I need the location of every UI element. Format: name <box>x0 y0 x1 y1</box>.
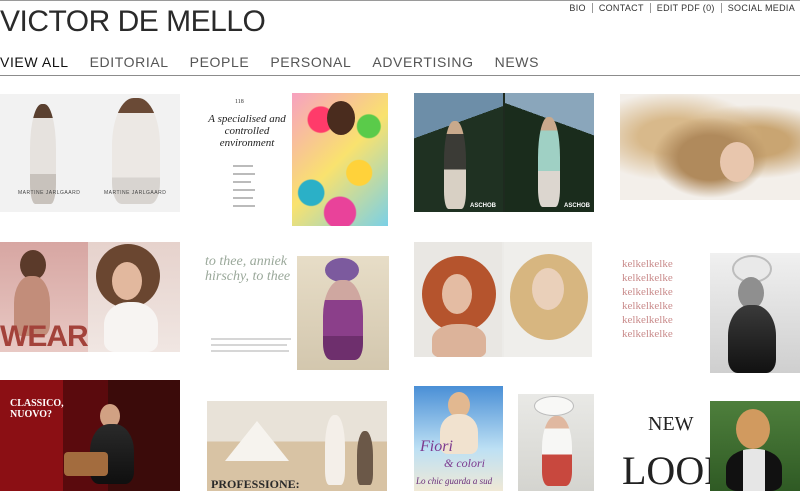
social-media-link[interactable]: SOCIAL MEDIA <box>728 3 795 13</box>
divider <box>591 3 593 13</box>
headline: A specialised and controlled environment <box>208 113 286 149</box>
portfolio-thumb-martine-jarlgaard[interactable]: MARTINE JARLGAARD MARTINE JARLGAARD <box>0 94 180 212</box>
bio-link[interactable]: BIO <box>569 3 585 13</box>
divider <box>649 3 651 13</box>
body-text <box>233 205 255 207</box>
model-head <box>736 409 770 449</box>
body-text <box>233 165 253 167</box>
hair-photo <box>620 94 800 200</box>
portfolio-page: VICTOR DE MELLO BIO CONTACT EDIT PDF (0)… <box>0 0 800 491</box>
script-title: to thee, anniek hirschy, to thee <box>205 254 291 284</box>
body-text <box>233 181 251 183</box>
model-face <box>720 142 754 182</box>
headline: CLASSICO, NUOVO? <box>10 398 64 420</box>
portfolio-thumb-hair-portraits[interactable] <box>414 242 592 357</box>
chair <box>64 452 108 476</box>
nav-view-all[interactable]: VIEW ALL <box>0 54 69 70</box>
portfolio-thumb-aschob[interactable]: ASCHOB ASCHOB <box>414 93 594 212</box>
caption-left: MARTINE JARLGAARD <box>18 190 81 196</box>
caption-right: MARTINE JARLGAARD <box>104 190 167 196</box>
nav-people[interactable]: PEOPLE <box>190 54 250 70</box>
word-new: NEW <box>648 413 694 435</box>
portfolio-thumb-flowing-hair[interactable] <box>620 94 800 200</box>
repeat-line: kelkelkelke <box>622 328 673 340</box>
model-face <box>532 268 564 310</box>
repeat-text-block: kelkelkelke kelkelkelke kelkelkelke kelk… <box>622 257 706 341</box>
portfolio-thumb-new-look[interactable]: NEW LOOK <box>620 401 800 491</box>
repeat-line: kelkelkelke <box>622 272 673 284</box>
brand-left: ASCHOB <box>470 203 497 209</box>
edit-pdf-link[interactable]: EDIT PDF (0) <box>657 3 715 13</box>
brand-right: ASCHOB <box>564 203 591 209</box>
body-text <box>211 344 287 346</box>
model-face <box>112 262 142 300</box>
portfolio-thumb-kelkelkelke[interactable]: kelkelkelke kelkelkelke kelkelkelke kelk… <box>620 253 800 373</box>
headline: PROFESSIONE: <box>211 477 300 491</box>
repeat-line: kelkelkelke <box>622 286 673 298</box>
model-figure <box>323 280 363 360</box>
model-face <box>442 274 472 314</box>
model-figure <box>104 302 158 352</box>
body-text <box>211 350 289 352</box>
nav-personal[interactable]: PERSONAL <box>270 54 351 70</box>
nav-news[interactable]: NEWS <box>495 54 539 70</box>
body-text <box>233 173 255 175</box>
top-border <box>0 0 800 1</box>
repeat-line: kelkelkelke <box>622 300 673 312</box>
portfolio-thumb-classico-nuovo[interactable]: CLASSICO, NUOVO? <box>0 380 180 491</box>
main-nav: VIEW ALL EDITORIAL PEOPLE PERSONAL ADVER… <box>0 54 560 70</box>
model-figure <box>357 431 373 485</box>
model-figure <box>542 416 572 486</box>
portfolio-thumb-professione[interactable]: PROFESSIONE: <box>207 401 387 491</box>
repeat-line: kelkelkelke <box>622 314 673 326</box>
model-figure <box>726 449 782 491</box>
body-text <box>233 189 255 191</box>
portfolio-thumb-fiori-colori[interactable]: Fiori & colori Lo chic guarda a sud <box>414 386 594 491</box>
model-figure <box>112 98 160 204</box>
issue-number: 118 <box>235 99 244 105</box>
subline: Lo chic guarda a sud <box>416 476 493 486</box>
model-figure <box>444 121 466 209</box>
contact-link[interactable]: CONTACT <box>599 3 644 13</box>
portfolio-thumb-controlled-environment[interactable]: 118 A specialised and controlled environ… <box>205 93 388 226</box>
divider <box>720 3 722 13</box>
model-figure <box>728 305 776 373</box>
headline-word: WEAR <box>0 320 89 352</box>
model-crown <box>325 258 359 282</box>
repeat-line: kelkelkelke <box>622 258 673 270</box>
model-figure <box>325 415 345 485</box>
script-b: & colori <box>444 456 485 470</box>
site-logo[interactable]: VICTOR DE MELLO <box>0 5 266 39</box>
portfolio-thumb-anniek-hirschy[interactable]: to thee, anniek hirschy, to thee <box>205 250 390 370</box>
utility-nav: BIO CONTACT EDIT PDF (0) SOCIAL MEDIA <box>569 3 795 13</box>
model-figure <box>30 104 56 204</box>
nav-divider <box>0 75 800 76</box>
model-hat <box>534 396 574 416</box>
model-figure <box>538 117 560 207</box>
model-head <box>327 101 355 135</box>
nav-advertising[interactable]: ADVERTISING <box>372 54 473 70</box>
body-text <box>233 197 253 199</box>
script-a: Fiori <box>420 438 453 455</box>
model-shoulders <box>432 324 486 357</box>
portfolio-thumb-wear[interactable]: WEAR <box>0 242 180 352</box>
body-text <box>211 338 291 340</box>
nav-editorial[interactable]: EDITORIAL <box>90 54 169 70</box>
